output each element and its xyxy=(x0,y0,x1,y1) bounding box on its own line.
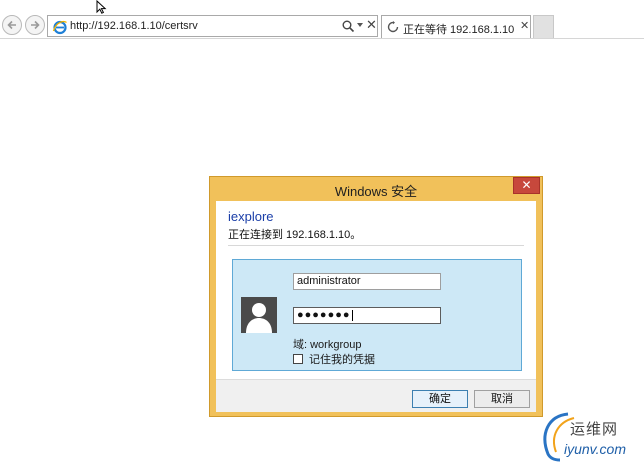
loading-spinner-icon xyxy=(387,21,399,33)
windows-security-dialog: Windows 安全 ✕ iexplore 正在连接到 192.168.1.10… xyxy=(209,176,543,417)
site-watermark: 运维网 iyunv.com xyxy=(538,410,642,462)
username-field[interactable]: administrator xyxy=(293,273,441,290)
cancel-button[interactable]: 取消 xyxy=(474,390,530,408)
search-icon[interactable] xyxy=(341,19,355,33)
tab-title: 正在等待 192.168.1.10 xyxy=(403,24,515,36)
stop-button[interactable]: ✕ xyxy=(366,17,377,33)
forward-button[interactable] xyxy=(25,15,45,35)
mouse-cursor-icon xyxy=(96,0,107,14)
chrome-divider xyxy=(0,38,644,39)
dialog-close-button[interactable]: ✕ xyxy=(513,177,540,194)
back-button[interactable] xyxy=(2,15,22,35)
ok-button[interactable]: 确定 xyxy=(412,390,468,408)
remember-credentials-checkbox[interactable]: 记住我的凭据 xyxy=(293,351,375,367)
watermark-en-text: iyunv.com xyxy=(564,441,626,457)
tab-loading[interactable]: 正在等待 192.168.1.10 ✕ xyxy=(381,15,531,39)
app-name: iexplore xyxy=(228,209,274,224)
address-bar[interactable]: http://192.168.1.10/certsrv ✕ xyxy=(47,15,378,37)
connect-message: 正在连接到 192.168.1.10。 xyxy=(228,229,362,241)
address-dropdown-icon[interactable] xyxy=(357,23,363,27)
forward-icon xyxy=(31,20,40,30)
ie-logo-icon xyxy=(52,20,67,35)
back-icon xyxy=(7,20,16,30)
checkbox-box[interactable] xyxy=(293,354,303,364)
credential-panel[interactable]: administrator ●●●●●●● 域: workgroup 记住我的凭… xyxy=(232,259,522,371)
dialog-body: iexplore 正在连接到 192.168.1.10。 administrat… xyxy=(216,201,536,412)
watermark-cn-text: 运维网 xyxy=(570,421,619,438)
remember-label: 记住我的凭据 xyxy=(309,354,375,366)
user-avatar-icon xyxy=(241,297,277,333)
new-tab-button[interactable] xyxy=(533,15,554,39)
tab-close-button[interactable]: ✕ xyxy=(520,19,529,32)
text-caret xyxy=(351,309,353,321)
address-url: http://192.168.1.10/certsrv xyxy=(70,20,198,32)
domain-label: 域: workgroup xyxy=(293,339,362,351)
button-strip: 确定 取消 xyxy=(216,379,536,412)
password-field[interactable]: ●●●●●●● xyxy=(293,307,441,324)
password-mask: ●●●●●●● xyxy=(297,309,351,321)
dialog-separator xyxy=(228,245,524,246)
dialog-title: Windows 安全 xyxy=(334,184,418,199)
